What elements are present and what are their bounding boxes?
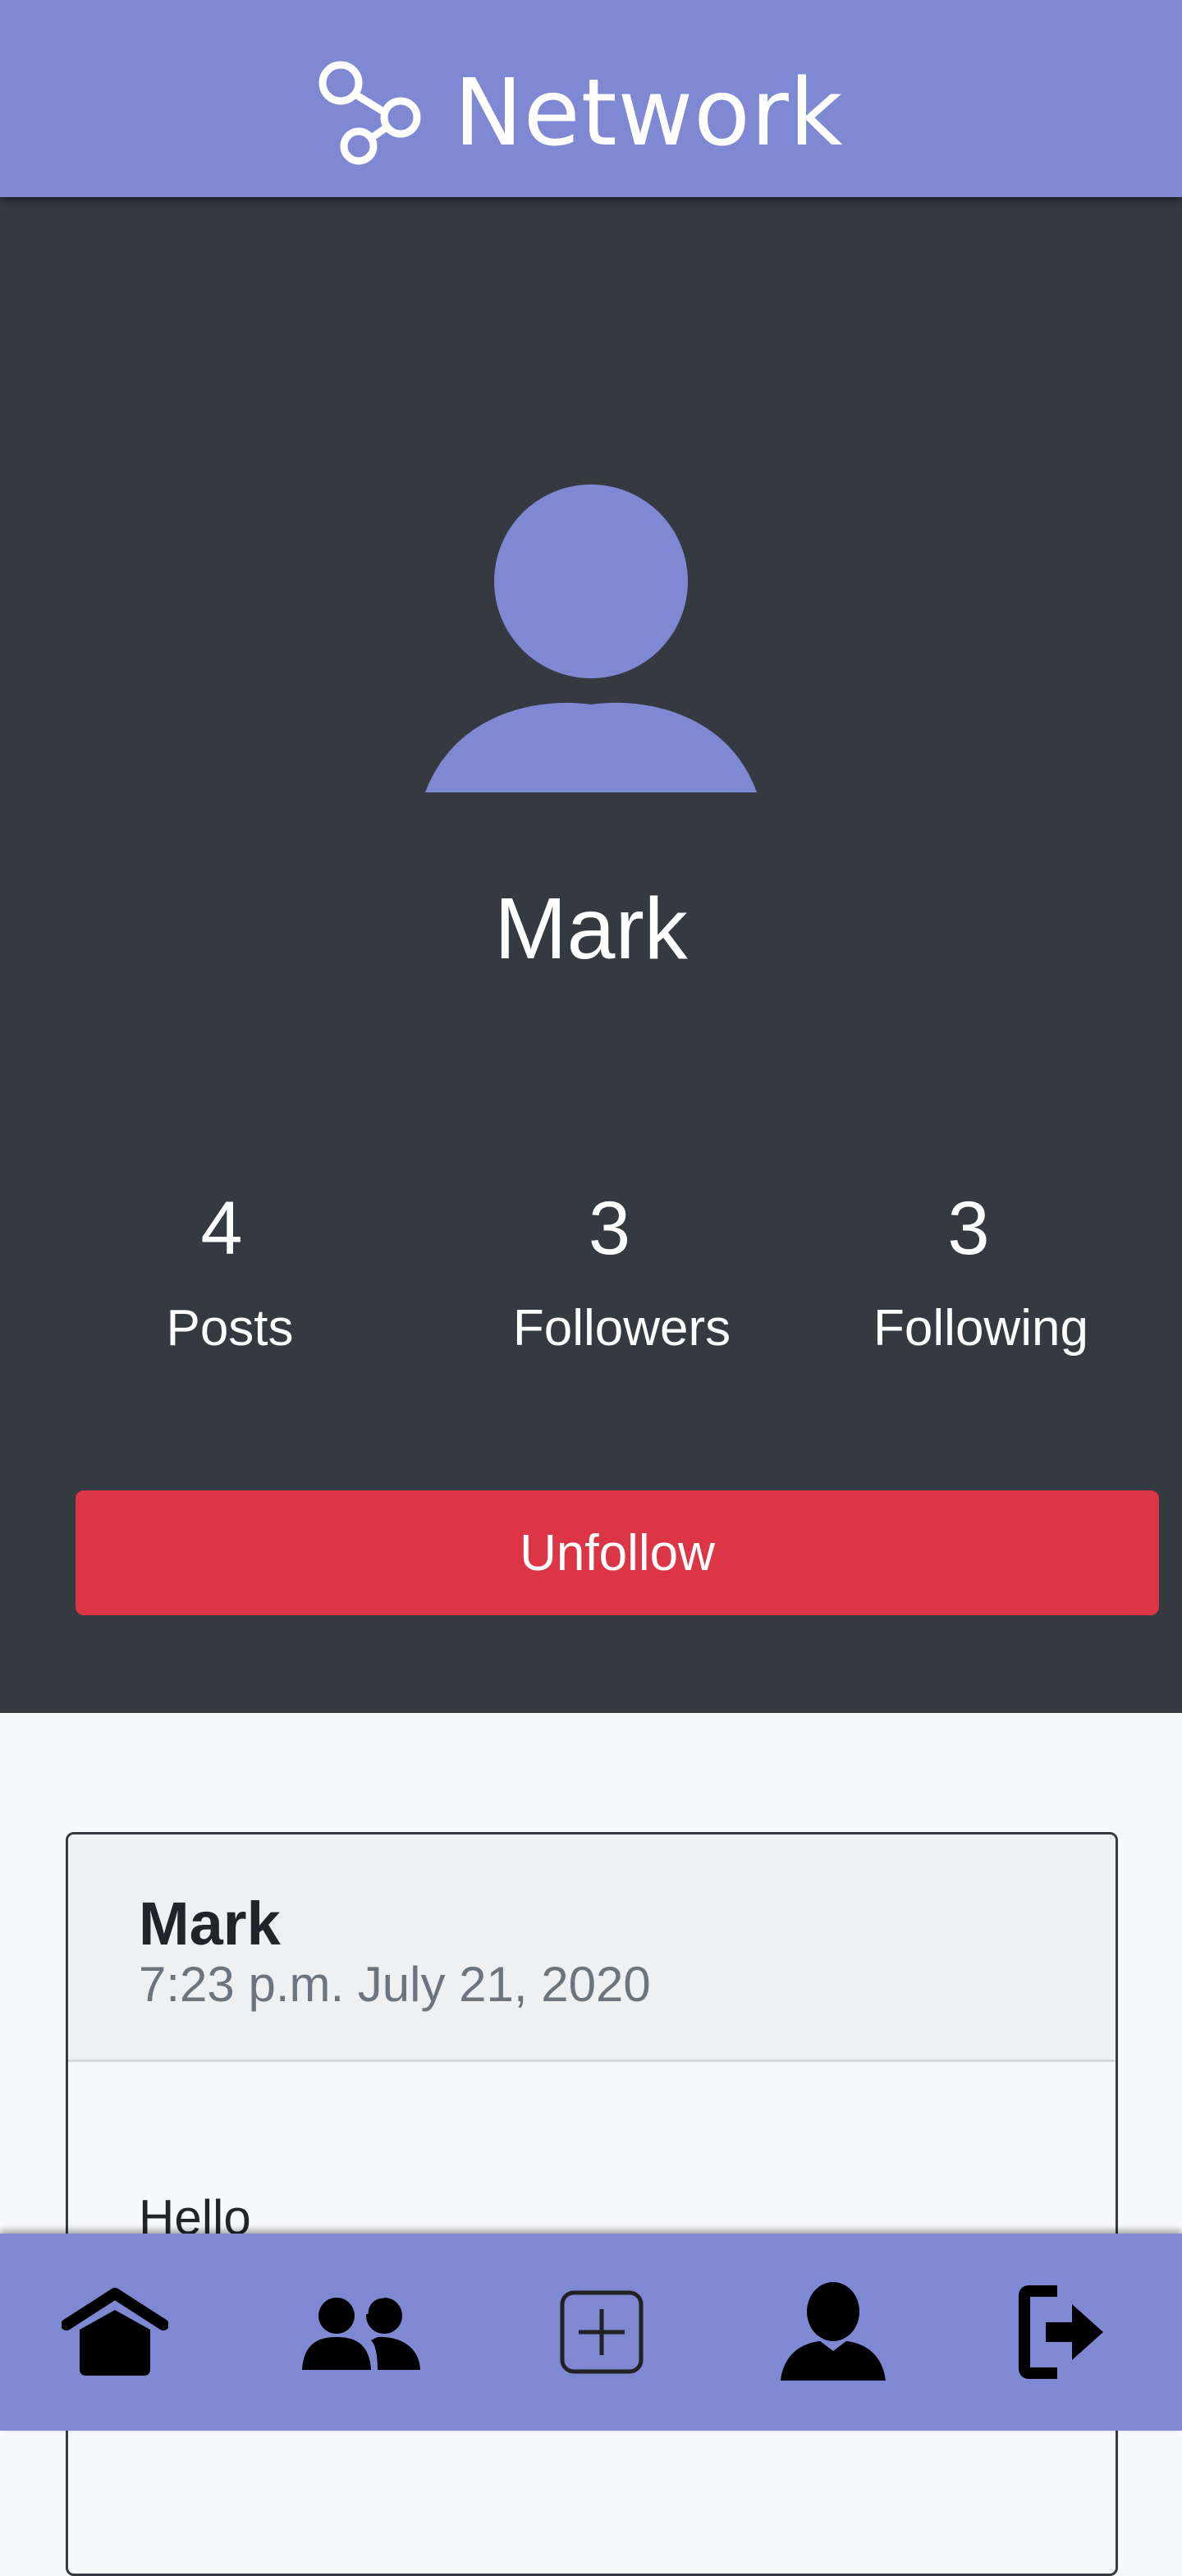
stat-posts: 4 Posts xyxy=(148,1191,312,1354)
stat-following: 3 Following xyxy=(854,1191,1108,1354)
profile-name: Mark xyxy=(494,880,688,977)
brand-title: Network xyxy=(454,60,844,167)
posts-label: Posts xyxy=(166,1300,294,1357)
home-icon xyxy=(62,2288,168,2376)
network-nodes-icon xyxy=(318,61,421,165)
nav-following-button[interactable] xyxy=(287,2234,435,2431)
followers-count: 3 xyxy=(588,1187,631,1270)
post-author[interactable]: Mark xyxy=(139,1894,281,1954)
post-header: Mark 7:23 p.m. July 21, 2020 xyxy=(68,1834,1116,2062)
top-navbar: Network xyxy=(0,0,1182,197)
profile-section: Mark 4 Posts 3 Followers 3 Following Unf… xyxy=(0,197,1182,1713)
following-count: 3 xyxy=(947,1187,990,1270)
unfollow-button[interactable]: Unfollow xyxy=(76,1490,1159,1615)
followers-label: Followers xyxy=(512,1300,731,1357)
bottom-navbar xyxy=(0,2234,1182,2431)
user-silhouette-icon xyxy=(425,484,757,792)
stat-followers: 3 Followers xyxy=(484,1191,759,1354)
post-card: Mark 7:23 p.m. July 21, 2020 Hello xyxy=(66,1832,1118,2576)
logout-icon xyxy=(1019,2285,1103,2379)
user-icon xyxy=(781,2282,886,2381)
nav-home-button[interactable] xyxy=(49,2234,181,2431)
people-icon xyxy=(302,2294,420,2370)
plus-square-icon xyxy=(560,2290,643,2374)
nav-profile-button[interactable] xyxy=(767,2234,899,2431)
brand-link[interactable]: Network xyxy=(316,56,844,171)
posts-count: 4 xyxy=(200,1187,243,1270)
nav-new-post-button[interactable] xyxy=(542,2234,661,2431)
post-timestamp: 7:23 p.m. July 21, 2020 xyxy=(139,1957,651,2012)
following-label: Following xyxy=(873,1300,1088,1357)
nav-logout-button[interactable] xyxy=(1001,2234,1125,2431)
